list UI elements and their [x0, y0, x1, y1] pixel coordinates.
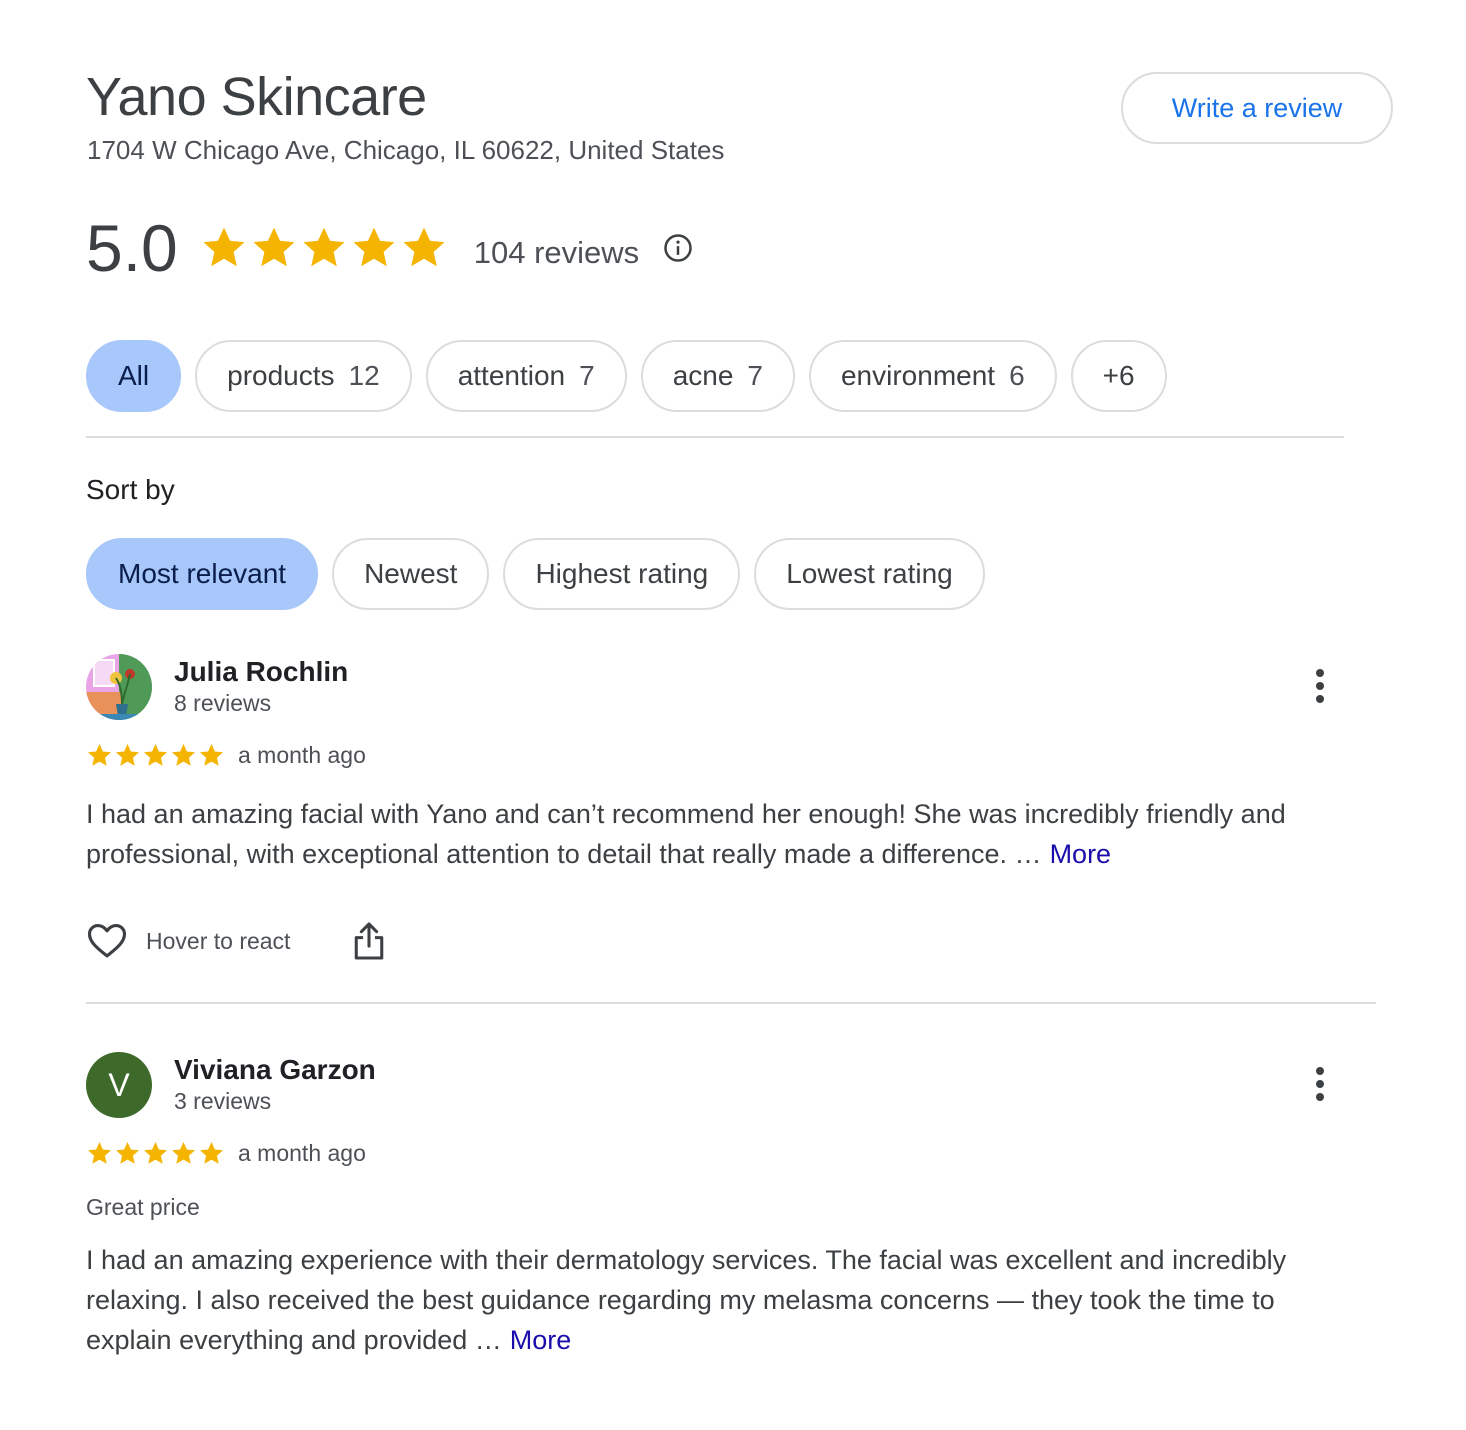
react-label: Hover to react [146, 927, 291, 954]
reviewer-review-count: 3 reviews [174, 1088, 272, 1114]
sort-label: Sort by [86, 474, 175, 505]
chip-label: environment [840, 360, 996, 391]
reviewer-review-count: 8 reviews [174, 690, 272, 716]
topic-chip-more[interactable]: +6 [1070, 340, 1167, 412]
more-link[interactable]: More [1050, 839, 1112, 869]
review-count: 104 reviews [473, 235, 640, 270]
divider [86, 1002, 1376, 1004]
chip-label: All [118, 360, 150, 391]
avatar[interactable]: V [86, 1052, 152, 1118]
more-options-icon[interactable] [1304, 664, 1336, 708]
review-card: Julia Rochlin 8 reviews a month ago I ha… [86, 654, 1346, 984]
star-icon [172, 744, 195, 766]
chip-count: 7 [747, 360, 763, 391]
avatar-image [86, 654, 152, 720]
sort-most-relevant[interactable]: Most relevant [86, 538, 319, 610]
chip-count: 6 [1009, 360, 1025, 391]
write-review-button[interactable]: Write a review [1121, 72, 1393, 144]
star-icon [88, 744, 111, 766]
chip-label: products [227, 360, 335, 391]
share-icon[interactable] [352, 920, 386, 962]
review-body: I had an amazing experience with their d… [86, 1245, 1287, 1355]
place-address: 1704 W Chicago Ave, Chicago, IL 60622, U… [87, 135, 725, 165]
more-options-icon[interactable] [1304, 1062, 1336, 1106]
rating-stars [200, 224, 448, 272]
star-icon [353, 227, 395, 267]
star-icon [200, 1142, 223, 1164]
divider [86, 436, 1344, 438]
star-icon [116, 744, 139, 766]
sort-newest[interactable]: Newest [332, 538, 490, 610]
star-icon [200, 744, 223, 766]
review-stars [86, 1140, 225, 1167]
topic-chip-environment[interactable]: environment 6 [808, 340, 1057, 412]
topic-chip-attention[interactable]: attention 7 [425, 340, 627, 412]
info-icon[interactable] [663, 233, 693, 263]
star-icon [88, 1142, 111, 1164]
topic-chip-products[interactable]: products 12 [195, 340, 412, 412]
reviewer-name[interactable]: Julia Rochlin [174, 656, 348, 688]
review-actions: Hover to react [86, 920, 386, 962]
star-icon [253, 227, 295, 267]
rating-value: 5.0 [86, 211, 178, 285]
review-stars [86, 742, 225, 769]
place-name: Yano Skincare [86, 67, 427, 127]
more-link[interactable]: More [510, 1325, 572, 1355]
chip-count: 12 [348, 360, 380, 391]
review-date: a month ago [238, 742, 366, 768]
topic-chip-acne[interactable]: acne 7 [640, 340, 795, 412]
sort-highest-rating[interactable]: Highest rating [503, 538, 741, 610]
review-date: a month ago [238, 1140, 366, 1166]
star-icon [172, 1142, 195, 1164]
review-text: I had an amazing experience with their d… [86, 1240, 1356, 1360]
review-text: I had an amazing facial with Yano and ca… [86, 794, 1356, 874]
star-icon [144, 1142, 167, 1164]
star-icon [403, 227, 445, 267]
reviewer-name[interactable]: Viviana Garzon [174, 1054, 376, 1086]
rating-summary: 5.0 104 reviews [86, 208, 693, 288]
star-icon [116, 1142, 139, 1164]
chip-label: +6 [1102, 360, 1135, 391]
topic-chips: All products 12 attention 7 acne 7 envir… [86, 340, 1167, 412]
review-card: V Viviana Garzon 3 reviews a month ago G… [86, 1052, 1346, 1372]
sort-options: Most relevant Newest Highest rating Lowe… [86, 538, 985, 610]
chip-count: 7 [579, 360, 595, 391]
chip-label: attention [457, 360, 566, 391]
star-icon [303, 227, 345, 267]
sort-lowest-rating[interactable]: Lowest rating [754, 538, 985, 610]
avatar[interactable] [86, 654, 152, 720]
review-tag: Great price [86, 1194, 200, 1220]
heart-icon[interactable] [86, 920, 128, 962]
star-icon [203, 227, 245, 267]
chip-label: acne [672, 360, 734, 391]
star-icon [144, 744, 167, 766]
topic-chip-all[interactable]: All [86, 340, 182, 412]
